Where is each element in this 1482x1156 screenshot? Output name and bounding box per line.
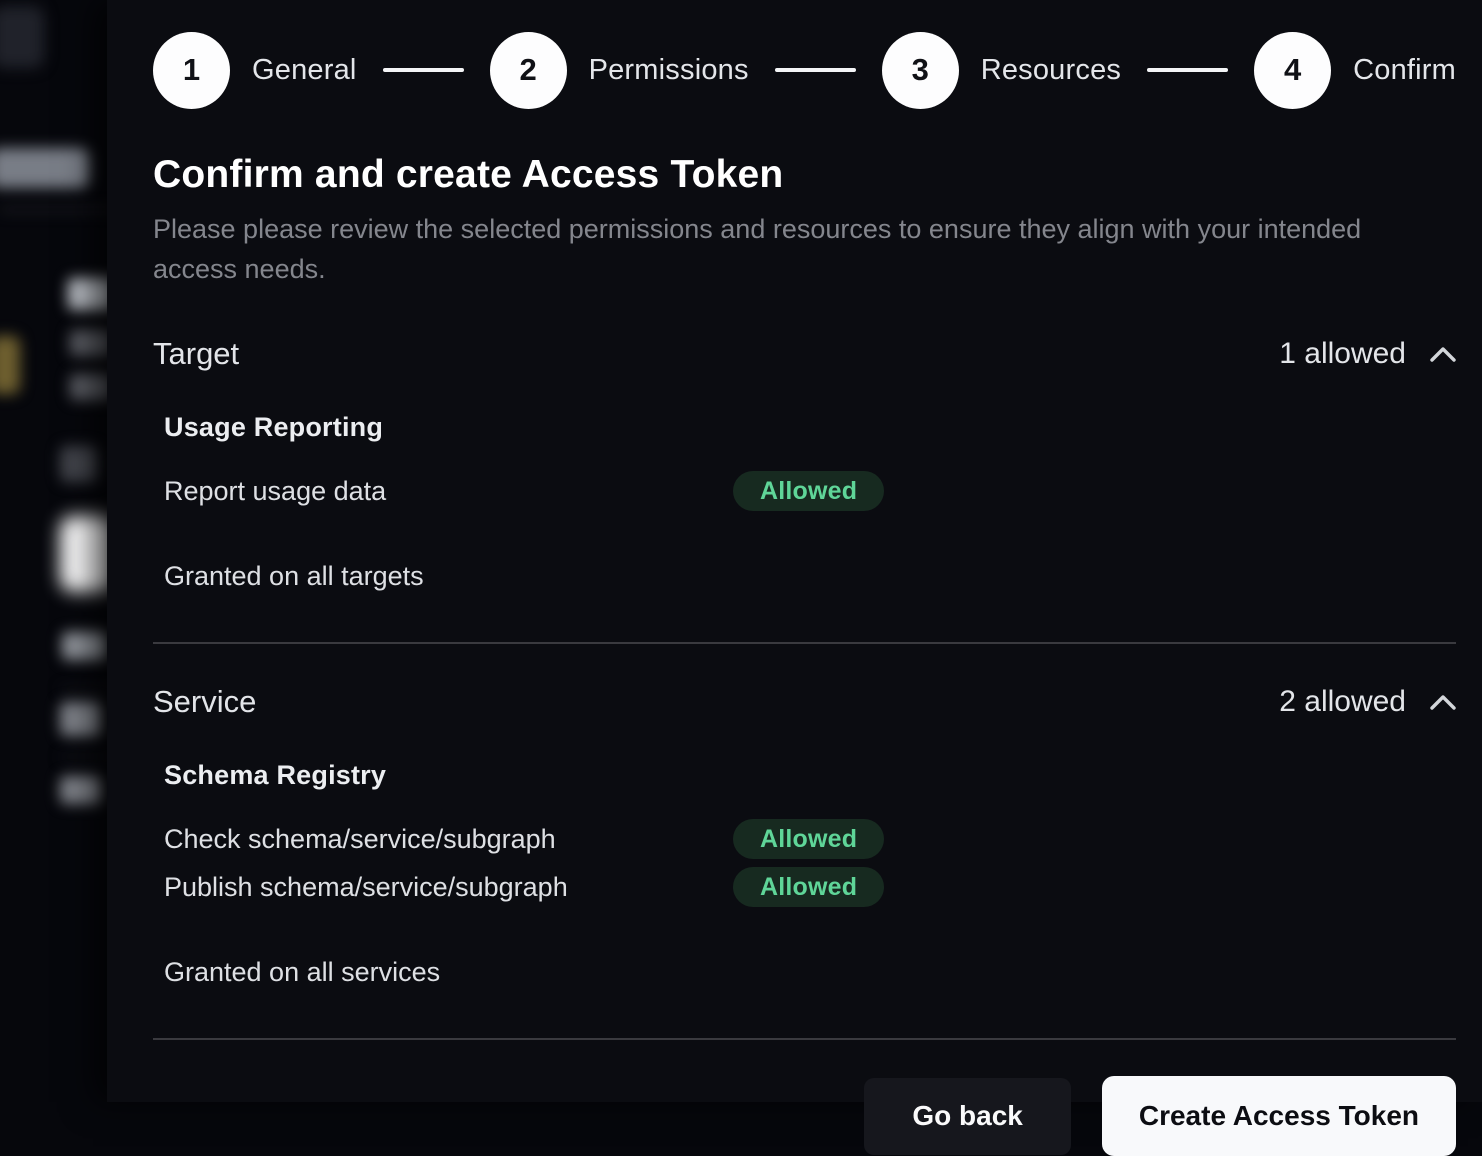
footer-divider [153, 1038, 1456, 1040]
step-number-circle: 1 [153, 32, 230, 109]
step-resources[interactable]: 3 Resources [882, 32, 1121, 109]
backdrop-divider [0, 208, 120, 211]
wizard-stepper: 1 General 2 Permissions 3 Resources 4 Co… [153, 31, 1456, 109]
target-section-header: Target 1 allowed [153, 336, 1456, 372]
service-section-title: Service [153, 684, 256, 720]
backdrop-text-blob [62, 632, 108, 660]
backdrop-nav-text-blob [0, 148, 90, 188]
service-section-header: Service 2 allowed [153, 684, 1456, 720]
backdrop-text-blob [60, 776, 102, 804]
chevron-up-icon [1430, 694, 1456, 710]
create-access-token-modal: 1 General 2 Permissions 3 Resources 4 Co… [107, 0, 1482, 1102]
backdrop-icon-blob [60, 446, 98, 482]
target-section-title: Target [153, 336, 239, 372]
step-number-circle: 2 [490, 32, 567, 109]
step-number-circle: 3 [882, 32, 959, 109]
stepper-connector [383, 68, 464, 72]
target-section-toggle[interactable]: 1 allowed [1279, 337, 1456, 371]
backdrop-accent-blob [0, 336, 20, 394]
step-confirm[interactable]: 4 Confirm [1254, 32, 1456, 109]
permission-label: Report usage data [164, 476, 733, 507]
permission-row: Report usage data Allowed [164, 467, 1456, 515]
status-badge: Allowed [733, 471, 884, 511]
permission-group-title: Usage Reporting [164, 412, 1456, 443]
step-permissions[interactable]: 2 Permissions [490, 32, 749, 109]
stepper-connector [775, 68, 856, 72]
step-general[interactable]: 1 General [153, 32, 357, 109]
permission-label: Publish schema/service/subgraph [164, 872, 733, 903]
target-granted-note: Granted on all targets [153, 561, 1456, 592]
target-allowed-count: 1 allowed [1279, 337, 1406, 371]
step-number-circle: 4 [1254, 32, 1331, 109]
service-granted-note: Granted on all services [153, 957, 1456, 988]
permission-group-title: Schema Registry [164, 760, 1456, 791]
service-allowed-count: 2 allowed [1279, 685, 1406, 719]
step-label: Confirm [1353, 54, 1456, 87]
page-description: Please please review the selected permis… [153, 209, 1393, 289]
target-permission-group: Usage Reporting Report usage data Allowe… [153, 412, 1456, 515]
permission-row: Publish schema/service/subgraph Allowed [164, 863, 1456, 911]
backdrop-text-blob [60, 702, 102, 736]
step-label: General [252, 54, 357, 87]
stepper-connector [1147, 68, 1228, 72]
step-label: Resources [981, 54, 1121, 87]
service-permission-group: Schema Registry Check schema/service/sub… [153, 760, 1456, 911]
permission-label: Check schema/service/subgraph [164, 824, 733, 855]
permission-row: Check schema/service/subgraph Allowed [164, 815, 1456, 863]
status-badge: Allowed [733, 819, 884, 859]
chevron-up-icon [1430, 346, 1456, 362]
step-label: Permissions [589, 54, 749, 87]
backdrop-logo-blob [0, 6, 44, 68]
go-back-button[interactable]: Go back [864, 1078, 1070, 1155]
backdrop-blurred-page [0, 0, 120, 1102]
section-divider [153, 642, 1456, 644]
page-title: Confirm and create Access Token [153, 153, 1456, 197]
modal-footer: Go back Create Access Token [153, 1076, 1456, 1156]
status-badge: Allowed [733, 867, 884, 907]
service-section-toggle[interactable]: 2 allowed [1279, 685, 1456, 719]
create-access-token-button[interactable]: Create Access Token [1102, 1076, 1456, 1156]
